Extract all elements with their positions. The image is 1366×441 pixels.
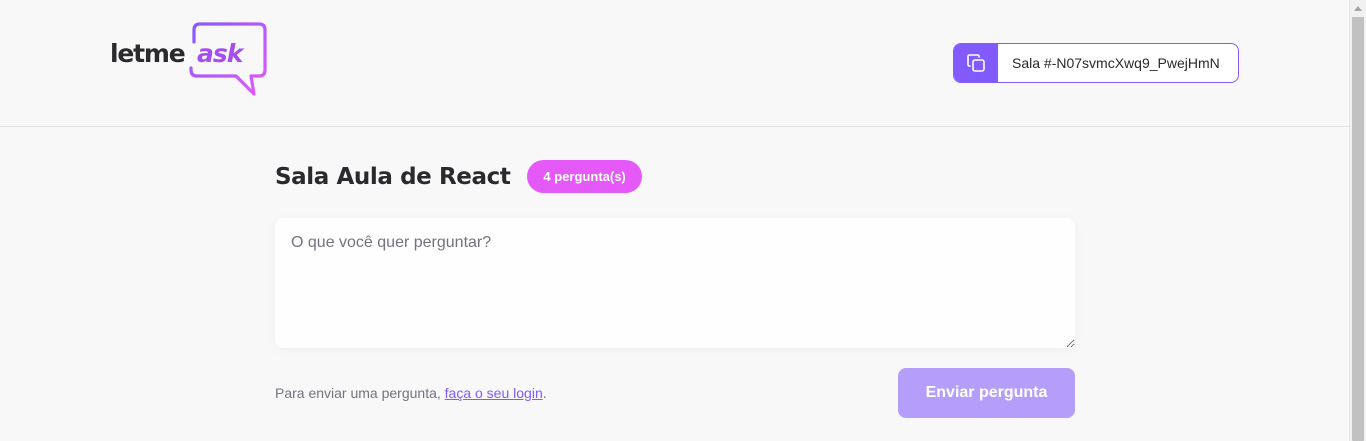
copy-room-code-button[interactable]: Sala #-N07svmcXwq9_PwejHmN <box>953 43 1239 83</box>
page: letme ask Sala #-N07svmcXwq9_PwejHmN Sal… <box>0 0 1366 441</box>
vertical-scrollbar[interactable] <box>1349 0 1366 441</box>
letmeask-logo: letme ask <box>108 22 270 100</box>
login-hint-prefix: Para enviar uma pergunta, <box>275 385 445 401</box>
question-textarea[interactable] <box>275 218 1075 348</box>
logo-text-letme: letme <box>110 39 186 68</box>
copy-icon <box>967 54 985 72</box>
scrollbar-thumb[interactable] <box>1352 17 1364 441</box>
scroll-up-arrow-icon[interactable] <box>1354 6 1362 11</box>
copy-icon-box <box>954 44 998 82</box>
room-title-row: Sala Aula de React 4 pergunta(s) <box>275 160 642 193</box>
room-code-label: Sala #-N07svmcXwq9_PwejHmN <box>1012 55 1220 71</box>
page-title: Sala Aula de React <box>275 163 511 190</box>
page-header: letme ask Sala #-N07svmcXwq9_PwejHmN <box>0 0 1349 127</box>
login-link[interactable]: faça o seu login <box>445 385 543 401</box>
logo-text-ask: ask <box>197 39 243 68</box>
question-count-badge: 4 pergunta(s) <box>527 160 642 193</box>
login-hint-suffix: . <box>542 385 547 401</box>
login-hint: Para enviar uma pergunta, faça o seu log… <box>275 385 547 401</box>
form-footer: Para enviar uma pergunta, faça o seu log… <box>275 368 1075 418</box>
send-question-button[interactable]: Enviar pergunta <box>898 368 1075 418</box>
